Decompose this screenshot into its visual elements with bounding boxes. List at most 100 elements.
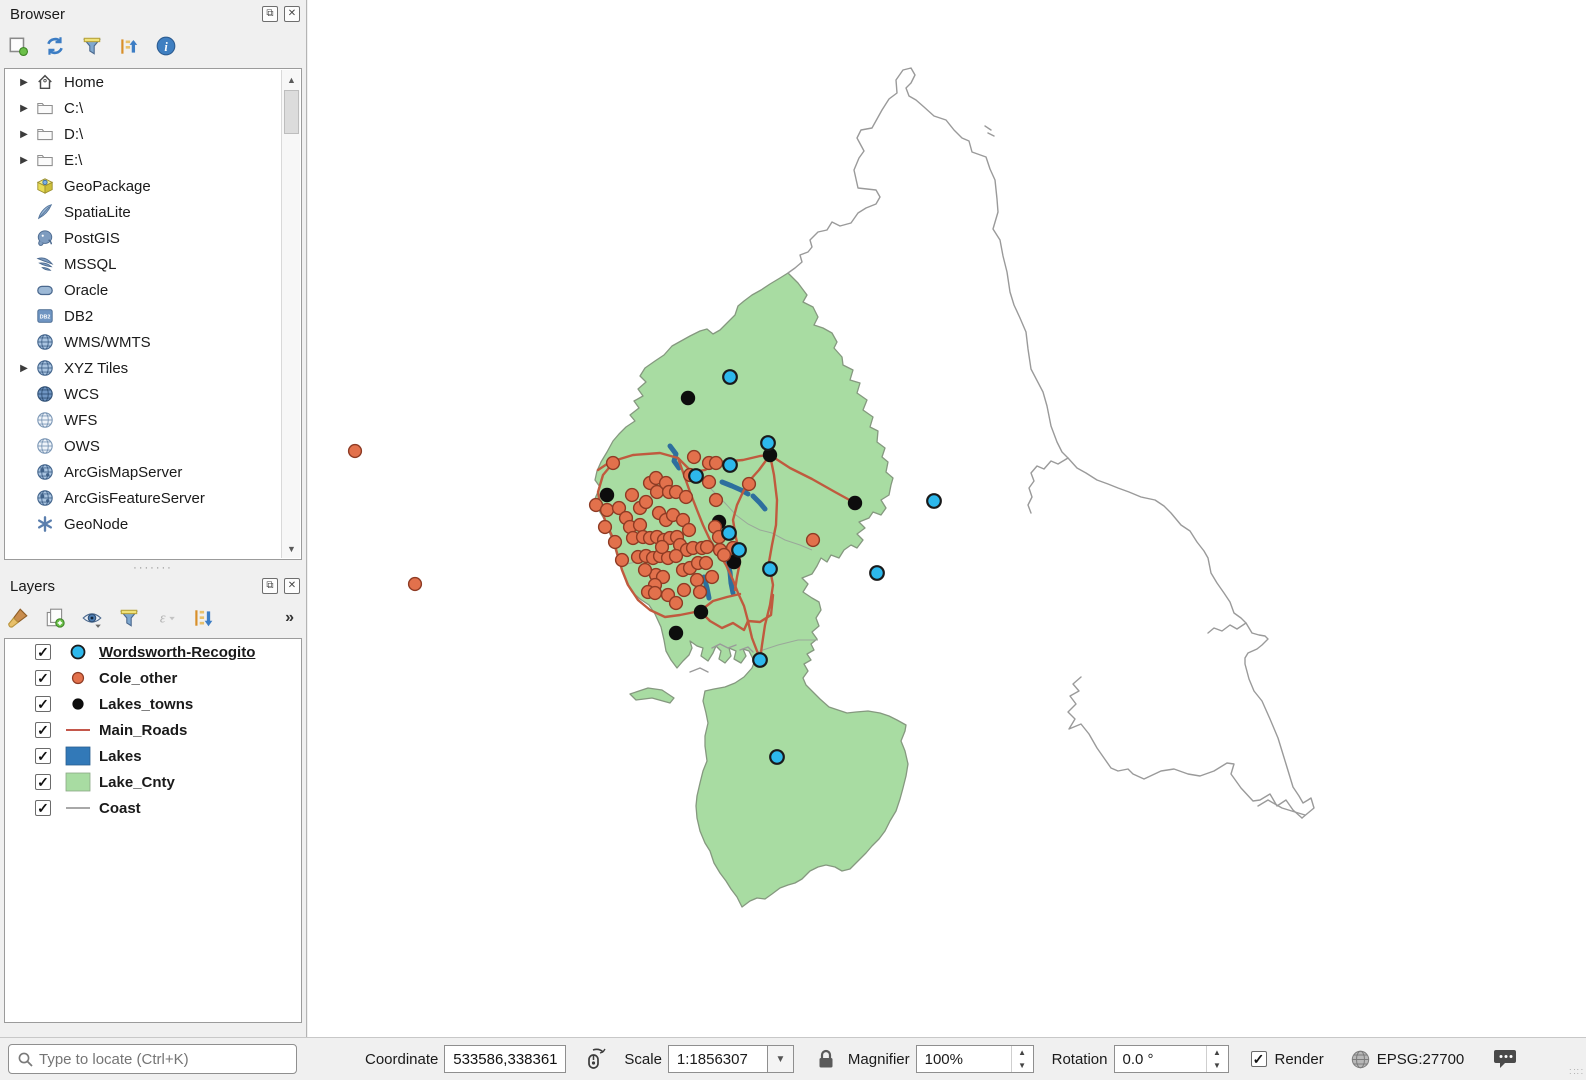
- refresh-icon[interactable]: [43, 34, 67, 58]
- layer-list: ✓Wordsworth-Recogito✓Cole_other✓Lakes_to…: [4, 638, 302, 1023]
- layers-panel-title: Layers: [10, 578, 256, 595]
- browser-item-db2[interactable]: DB2DB2: [5, 303, 301, 329]
- filter-browser-icon[interactable]: [80, 34, 104, 58]
- panel-splitter[interactable]: ·······: [0, 564, 306, 572]
- render-toggle[interactable]: ✓ Render: [1251, 1051, 1324, 1068]
- browser-item-postgis[interactable]: PostGIS: [5, 225, 301, 251]
- collapse-all-icon[interactable]: [117, 34, 141, 58]
- db2-icon: DB2: [35, 307, 55, 325]
- messages-icon[interactable]: [1492, 1047, 1518, 1071]
- layer-item-lake-cnty[interactable]: ✓Lake_Cnty: [5, 769, 301, 795]
- expand-arrow-icon[interactable]: ▶: [13, 363, 35, 374]
- expand-arrow-icon[interactable]: ▶: [13, 103, 35, 114]
- manage-map-themes-icon[interactable]: [80, 606, 104, 630]
- layer-visibility-checkbox[interactable]: ✓: [35, 696, 51, 712]
- browser-item-wcs[interactable]: WCS: [5, 381, 301, 407]
- scroll-down-icon[interactable]: ▼: [283, 540, 300, 557]
- coordinate-input[interactable]: 533586,338361: [444, 1045, 566, 1073]
- expand-arrow-icon[interactable]: ▶: [13, 77, 35, 88]
- open-layer-styling-icon[interactable]: [6, 606, 30, 630]
- browser-item-wms-wmts[interactable]: WMS/WMTS: [5, 329, 301, 355]
- rotation-label: Rotation: [1052, 1051, 1108, 1068]
- browser-item-label: GeoNode: [64, 516, 128, 533]
- magnifier-spinbox[interactable]: 100% ▲▼: [916, 1045, 1034, 1073]
- layer-visibility-checkbox[interactable]: ✓: [35, 774, 51, 790]
- rotation-down-icon[interactable]: ▼: [1207, 1059, 1228, 1072]
- browser-item-xyz-tiles[interactable]: ▶XYZ Tiles: [5, 355, 301, 381]
- browser-float-button[interactable]: ⧉: [262, 6, 278, 22]
- browser-item-geopackage[interactable]: GeoPackage: [5, 173, 301, 199]
- browser-item-c[interactable]: ▶C:\: [5, 95, 301, 121]
- layer-visibility-checkbox[interactable]: ✓: [35, 748, 51, 764]
- layers-float-button[interactable]: ⧉: [262, 578, 278, 594]
- map-canvas[interactable]: [308, 0, 1586, 1037]
- layer-item-main-roads[interactable]: ✓Main_Roads: [5, 717, 301, 743]
- expand-collapse-tree-icon[interactable]: [191, 606, 215, 630]
- layer-visibility-checkbox[interactable]: ✓: [35, 644, 51, 660]
- properties-icon[interactable]: i: [154, 34, 178, 58]
- layer-visibility-checkbox[interactable]: ✓: [35, 670, 51, 686]
- scale-dropdown-icon[interactable]: ▼: [768, 1045, 794, 1073]
- browser-item-ows[interactable]: OWS: [5, 433, 301, 459]
- lock-scale-icon[interactable]: [816, 1048, 836, 1070]
- add-group-icon[interactable]: [43, 606, 67, 630]
- magnifier-up-icon[interactable]: ▲: [1012, 1046, 1033, 1059]
- layer-item-lakes-towns[interactable]: ✓Lakes_towns: [5, 691, 301, 717]
- browser-item-geonode[interactable]: GeoNode: [5, 511, 301, 537]
- globe-arc-icon: [35, 489, 55, 507]
- browser-item-e[interactable]: ▶E:\: [5, 147, 301, 173]
- layer-item-coast[interactable]: ✓Coast: [5, 795, 301, 821]
- layers-panel-header: Layers ⧉ ✕: [0, 572, 306, 600]
- svg-text:DB2: DB2: [40, 315, 51, 321]
- scale-combo[interactable]: 1:1856307 ▼: [668, 1045, 794, 1073]
- browser-scrollbar[interactable]: ▲ ▼: [281, 70, 300, 558]
- browser-item-wfs[interactable]: WFS: [5, 407, 301, 433]
- magnifier-value[interactable]: 100%: [917, 1046, 1011, 1072]
- filter-by-expression-icon[interactable]: ε: [154, 606, 178, 630]
- resize-grip[interactable]: ∷∷: [1569, 1067, 1584, 1078]
- add-selected-layers-icon[interactable]: [6, 34, 30, 58]
- locate-input[interactable]: [39, 1051, 269, 1068]
- layers-close-button[interactable]: ✕: [284, 578, 300, 594]
- layers-panel: Layers ⧉ ✕ ε» ✓Wordsworth-Recogito✓Cole_…: [0, 572, 306, 1023]
- search-icon: [17, 1051, 34, 1072]
- locator-bar[interactable]: [8, 1044, 297, 1074]
- render-checkbox[interactable]: ✓: [1251, 1051, 1267, 1067]
- browser-item-oracle[interactable]: Oracle: [5, 277, 301, 303]
- expand-arrow-icon[interactable]: ▶: [13, 155, 35, 166]
- expand-arrow-icon[interactable]: ▶: [13, 129, 35, 140]
- geonode-icon: [35, 515, 55, 533]
- layer-symbol-line: [63, 722, 93, 738]
- layer-visibility-checkbox[interactable]: ✓: [35, 722, 51, 738]
- left-dock: Browser ⧉ ✕ i ▶Home▶C:\▶D:\▶E:\GeoPackag…: [0, 0, 307, 1037]
- scrollbar-thumb[interactable]: [284, 90, 299, 134]
- browser-item-label: PostGIS: [64, 230, 120, 247]
- rotation-up-icon[interactable]: ▲: [1207, 1046, 1228, 1059]
- globe-light-icon: [35, 437, 55, 455]
- filter-legend-icon[interactable]: [117, 606, 141, 630]
- browser-item-arcgisfeatureserver[interactable]: ArcGisFeatureServer: [5, 485, 301, 511]
- browser-item-home[interactable]: ▶Home: [5, 69, 301, 95]
- browser-item-d[interactable]: ▶D:\: [5, 121, 301, 147]
- rotation-value[interactable]: 0.0 °: [1115, 1046, 1206, 1072]
- status-bar: Coordinate 533586,338361 Scale 1:1856307…: [0, 1037, 1586, 1080]
- layer-item-cole-other[interactable]: ✓Cole_other: [5, 665, 301, 691]
- browser-close-button[interactable]: ✕: [284, 6, 300, 22]
- magnifier-down-icon[interactable]: ▼: [1012, 1059, 1033, 1072]
- browser-item-spatialite[interactable]: SpatiaLite: [5, 199, 301, 225]
- layer-item-lakes[interactable]: ✓Lakes: [5, 743, 301, 769]
- extents-toggle-icon[interactable]: [584, 1047, 610, 1071]
- epsg-value[interactable]: EPSG:27700: [1377, 1051, 1465, 1068]
- layers-toolbar: ε»: [0, 600, 306, 636]
- layer-symbol-line: [63, 800, 93, 816]
- layers-toolbar-overflow-button[interactable]: »: [285, 609, 300, 627]
- scale-value[interactable]: 1:1856307: [668, 1045, 768, 1073]
- folder-icon: [35, 151, 55, 169]
- browser-item-arcgismapserver[interactable]: ArcGisMapServer: [5, 459, 301, 485]
- browser-item-mssql[interactable]: MSSQL: [5, 251, 301, 277]
- layer-item-wordsworth-recogito[interactable]: ✓Wordsworth-Recogito: [5, 639, 301, 665]
- crs-globe-icon[interactable]: [1350, 1049, 1371, 1070]
- rotation-spinbox[interactable]: 0.0 ° ▲▼: [1114, 1045, 1229, 1073]
- layer-visibility-checkbox[interactable]: ✓: [35, 800, 51, 816]
- scroll-up-icon[interactable]: ▲: [283, 71, 300, 88]
